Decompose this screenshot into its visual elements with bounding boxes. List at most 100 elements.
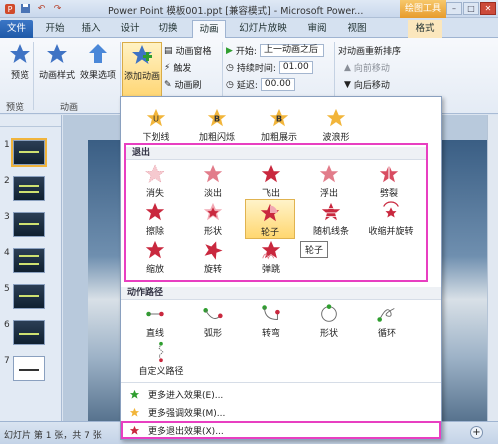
effect-options-arrow-icon — [86, 42, 110, 66]
redo-icon[interactable]: ↷ — [51, 2, 64, 15]
tab-animations[interactable]: 动画 — [192, 20, 226, 38]
exit-effect-spin[interactable]: 旋转 — [189, 237, 237, 275]
duration-control: ◷ 持续时间: 01.00 — [226, 61, 313, 74]
zoom-star-icon — [145, 240, 165, 259]
exit-effect-shape[interactable]: 形状 — [189, 199, 237, 237]
animation-group-label: 动画 — [60, 103, 79, 113]
custom-path-icon — [158, 341, 164, 363]
motion-path-turns[interactable]: 转弯 — [247, 301, 295, 339]
delay-input[interactable]: 00.00 — [260, 78, 295, 91]
slide-thumbnail-1[interactable] — [11, 138, 47, 167]
add-animation-button[interactable]: 添加动画 — [122, 42, 162, 102]
slide-count-status: 幻灯片 第 1 张，共 7 张 — [4, 431, 102, 441]
ribbon-tabs: 文件 开始 插入 设计 切换 动画 幻灯片放映 审阅 视图 格式 — [0, 18, 498, 38]
animation-painter-button[interactable]: ✎ 动画刷 — [164, 78, 202, 92]
effect-underline[interactable]: U 下划线 — [131, 105, 181, 143]
powerpoint-logo-icon[interactable]: P — [3, 2, 16, 15]
slide-number: 5 — [4, 284, 10, 294]
motion-path-shapes[interactable]: 形状 — [305, 301, 353, 339]
emphasis-star-icon — [129, 407, 140, 417]
tab-slideshow[interactable]: 幻灯片放映 — [233, 20, 293, 38]
slide-number: 3 — [4, 212, 10, 222]
move-earlier-button[interactable]: ▲ 向前移动 — [344, 61, 390, 75]
zoom-in-button[interactable]: + — [470, 426, 483, 439]
motion-path-loops[interactable]: 循环 — [363, 301, 411, 339]
animation-styles-button[interactable]: 动画样式 — [36, 42, 78, 81]
effect-label: 波浪形 — [322, 133, 350, 143]
effect-options-button[interactable]: 效果选项 — [78, 42, 118, 81]
exit-effect-wipe[interactable]: 擦除 — [131, 199, 179, 237]
wave-star-icon — [326, 108, 346, 127]
vertical-scrollbar[interactable] — [487, 115, 498, 421]
minimize-button[interactable]: – — [446, 2, 462, 15]
trigger-button[interactable]: ⚡ 触发 — [164, 61, 192, 75]
save-icon[interactable] — [19, 2, 32, 15]
effect-label: 循环 — [377, 329, 396, 339]
add-animation-gallery: U 下划线 B 加粗闪烁 B 加粗展示 波浪形 退出 消失 淡出 飞出 浮出 劈… — [120, 96, 442, 440]
delay-control: ◷ 延迟: 00.00 — [226, 78, 295, 91]
shape-star-icon — [203, 202, 223, 221]
animation-painter-label: 动画刷 — [174, 81, 202, 91]
preview-group-label: 预览 — [6, 103, 25, 113]
slide-number: 6 — [4, 320, 10, 330]
exit-effect-fly-out[interactable]: 飞出 — [247, 161, 295, 199]
animation-styles-star-icon — [45, 42, 69, 66]
random-bars-star-icon — [321, 202, 341, 221]
exit-effect-random-bars[interactable]: 随机线条 — [305, 199, 357, 237]
exit-section-header: 退出 — [126, 147, 426, 160]
move-later-button[interactable]: ▼ 向后移动 — [344, 78, 390, 92]
exit-effect-zoom[interactable]: 缩放 — [131, 237, 179, 275]
exit-effect-fade[interactable]: 淡出 — [189, 161, 237, 199]
fade-star-icon — [203, 164, 223, 183]
wheel-tooltip: 轮子 — [300, 241, 329, 258]
duration-input[interactable]: 01.00 — [278, 61, 313, 74]
animation-pane-button[interactable]: ▤ 动画窗格 — [164, 44, 212, 58]
slide-thumbnail-3[interactable] — [13, 212, 45, 237]
exit-effect-disappear[interactable]: 消失 — [131, 161, 179, 199]
slide-thumbnail-5[interactable] — [13, 284, 45, 309]
start-control: ▶ 开始: 上一动画之后 — [226, 44, 324, 57]
exit-effect-float-out[interactable]: 浮出 — [305, 161, 353, 199]
tab-view[interactable]: 视图 — [342, 20, 372, 38]
slide-thumbnail-2[interactable] — [13, 176, 45, 201]
exit-effect-bounce[interactable]: 弹跳 — [247, 237, 295, 275]
effect-bold-flash[interactable]: B 加粗闪烁 — [189, 105, 245, 143]
tab-review[interactable]: 审阅 — [302, 20, 332, 38]
motion-path-arcs[interactable]: 弧形 — [189, 301, 237, 339]
tab-file[interactable]: 文件 — [0, 20, 33, 38]
slide-thumbnail-7[interactable] — [13, 356, 45, 381]
slide-thumbnail-4[interactable] — [13, 248, 45, 273]
slide-number: 2 — [4, 176, 10, 186]
more-entrance-effects[interactable]: 更多进入效果(E)... — [121, 387, 441, 402]
effect-wave[interactable]: 波浪形 — [311, 105, 361, 143]
effect-bold-reveal[interactable]: B 加粗展示 — [251, 105, 307, 143]
exit-effect-split[interactable]: 劈裂 — [365, 161, 413, 199]
title-bar: P ↶ ↷ Power Point 模板001.ppt [兼容模式] - Mic… — [0, 0, 498, 18]
move-earlier-label: 向前移动 — [353, 64, 390, 74]
underline-star-icon: U — [146, 108, 166, 127]
motion-path-lines[interactable]: 直线 — [131, 301, 179, 339]
animation-pane-label: 动画窗格 — [175, 47, 212, 57]
start-select[interactable]: 上一动画之后 — [259, 44, 324, 57]
undo-icon[interactable]: ↶ — [35, 2, 48, 15]
exit-star-icon — [129, 425, 140, 435]
close-button[interactable]: ✕ — [480, 2, 496, 15]
tab-design[interactable]: 设计 — [115, 20, 145, 38]
trigger-label: 触发 — [173, 64, 192, 74]
more-emphasis-effects[interactable]: 更多强调效果(M)... — [121, 405, 441, 420]
add-animation-label: 添加动画 — [123, 72, 160, 82]
delay-icon: ◷ — [226, 79, 234, 90]
exit-effect-wheel[interactable]: 轮子 — [245, 199, 295, 239]
add-animation-star-icon — [130, 43, 154, 67]
tab-home[interactable]: 开始 — [40, 20, 70, 38]
effect-label: 收缩并旋转 — [368, 227, 414, 237]
slide-thumbnail-6[interactable] — [13, 320, 45, 345]
tab-transitions[interactable]: 切换 — [153, 20, 183, 38]
motion-path-custom[interactable]: 自定义路径 — [131, 339, 191, 377]
tab-format[interactable]: 格式 — [408, 20, 442, 38]
exit-effect-shrink-turn[interactable]: 收缩并旋转 — [361, 199, 421, 237]
preview-star-icon — [8, 42, 32, 66]
more-exit-effects[interactable]: 更多退出效果(X)... — [121, 423, 441, 438]
tab-insert[interactable]: 插入 — [76, 20, 106, 38]
maximize-button[interactable]: □ — [463, 2, 479, 15]
